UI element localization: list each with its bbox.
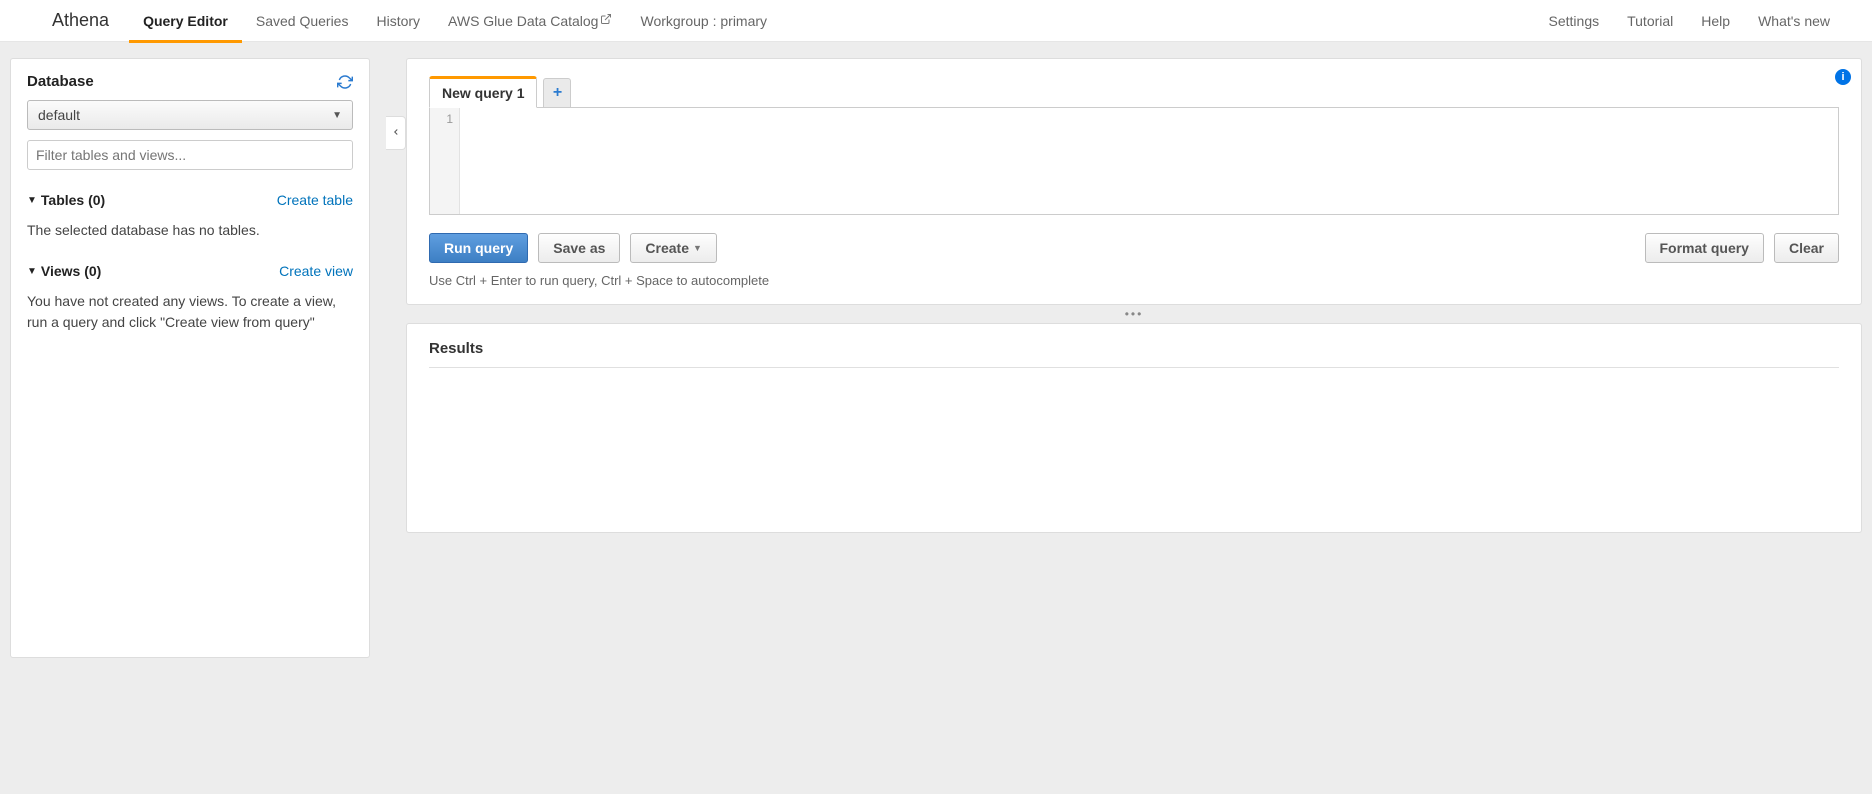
nav-query-editor[interactable]: Query Editor (129, 0, 242, 42)
sidebar-heading: Database (27, 73, 94, 90)
button-label: Save as (553, 240, 605, 256)
clear-button[interactable]: Clear (1774, 233, 1839, 263)
chevron-down-icon: ▼ (332, 110, 342, 121)
button-label: Clear (1789, 240, 1824, 256)
results-heading: Results (429, 340, 1839, 368)
chevron-left-icon (391, 125, 401, 142)
views-toggle[interactable]: ▼ Views (0) (27, 263, 101, 279)
panel-splitter[interactable]: ••• (406, 305, 1862, 323)
button-label: Create (645, 240, 689, 256)
views-section-header: ▼ Views (0) Create view (27, 263, 353, 279)
nav-right-group: Settings Tutorial Help What's new (1535, 0, 1844, 42)
chevron-down-icon: ▼ (693, 243, 702, 253)
nav-history[interactable]: History (362, 0, 434, 42)
nav-settings[interactable]: Settings (1535, 0, 1614, 42)
nav-label: AWS Glue Data Catalog (448, 13, 598, 29)
caret-down-icon: ▼ (27, 266, 37, 277)
nav-glue-catalog[interactable]: AWS Glue Data Catalog (434, 0, 626, 42)
nav-label: Help (1701, 13, 1730, 29)
database-select[interactable]: default ▼ (27, 100, 353, 130)
editor-textarea[interactable] (460, 108, 1838, 214)
create-dropdown-button[interactable]: Create ▼ (630, 233, 717, 263)
nav-label: Query Editor (143, 13, 228, 29)
nav-whats-new[interactable]: What's new (1744, 0, 1844, 42)
nav-label: What's new (1758, 13, 1830, 29)
nav-label: Saved Queries (256, 13, 349, 29)
tables-label: Tables (0) (41, 192, 105, 208)
external-link-icon (600, 13, 612, 28)
format-query-button[interactable]: Format query (1645, 233, 1764, 263)
line-number: 1 (446, 112, 453, 126)
button-label: Format query (1660, 240, 1749, 256)
run-query-button[interactable]: Run query (429, 233, 528, 263)
plus-icon: + (553, 84, 562, 102)
editor-hint: Use Ctrl + Enter to run query, Ctrl + Sp… (429, 273, 1839, 288)
nav-tutorial[interactable]: Tutorial (1613, 0, 1687, 42)
nav-help[interactable]: Help (1687, 0, 1744, 42)
collapse-sidebar-button[interactable] (386, 116, 406, 150)
query-tab-1[interactable]: New query 1 (429, 76, 537, 108)
sidebar-panel: Database default ▼ ▼ Tables (0) Create t… (10, 58, 370, 658)
content-column: i New query 1 + 1 Run query Save as Crea… (388, 58, 1862, 533)
nav-label: Tutorial (1627, 13, 1673, 29)
save-as-button[interactable]: Save as (538, 233, 620, 263)
tables-section-header: ▼ Tables (0) Create table (27, 192, 353, 208)
main-area: Database default ▼ ▼ Tables (0) Create t… (0, 42, 1872, 794)
nav-saved-queries[interactable]: Saved Queries (242, 0, 363, 42)
button-label: Run query (444, 240, 513, 256)
create-view-link[interactable]: Create view (279, 263, 353, 279)
sql-editor[interactable]: 1 (429, 107, 1839, 215)
filter-tables-input[interactable] (27, 140, 353, 170)
refresh-icon[interactable] (337, 74, 353, 90)
nav-label: Workgroup : primary (640, 13, 767, 29)
views-label: Views (0) (41, 263, 101, 279)
caret-down-icon: ▼ (27, 195, 37, 206)
sidebar-header: Database (27, 73, 353, 90)
create-table-link[interactable]: Create table (277, 192, 353, 208)
top-nav: Athena Query Editor Saved Queries Histor… (0, 0, 1872, 42)
nav-label: History (376, 13, 420, 29)
editor-buttons: Run query Save as Create ▼ Format query C… (429, 233, 1839, 263)
nav-workgroup[interactable]: Workgroup : primary (626, 0, 781, 42)
editor-panel: i New query 1 + 1 Run query Save as Crea… (406, 58, 1862, 305)
database-selected-value: default (38, 107, 80, 123)
nav-label: Settings (1549, 13, 1600, 29)
tables-empty-message: The selected database has no tables. (27, 220, 353, 241)
results-panel: Results (406, 323, 1862, 533)
brand-label: Athena (28, 10, 129, 31)
add-tab-button[interactable]: + (543, 78, 571, 108)
editor-gutter: 1 (430, 108, 460, 214)
tables-toggle[interactable]: ▼ Tables (0) (27, 192, 105, 208)
query-tabs: New query 1 + (429, 75, 1839, 107)
info-icon[interactable]: i (1835, 69, 1851, 85)
views-empty-message: You have not created any views. To creat… (27, 291, 353, 333)
tab-label: New query 1 (442, 85, 524, 101)
